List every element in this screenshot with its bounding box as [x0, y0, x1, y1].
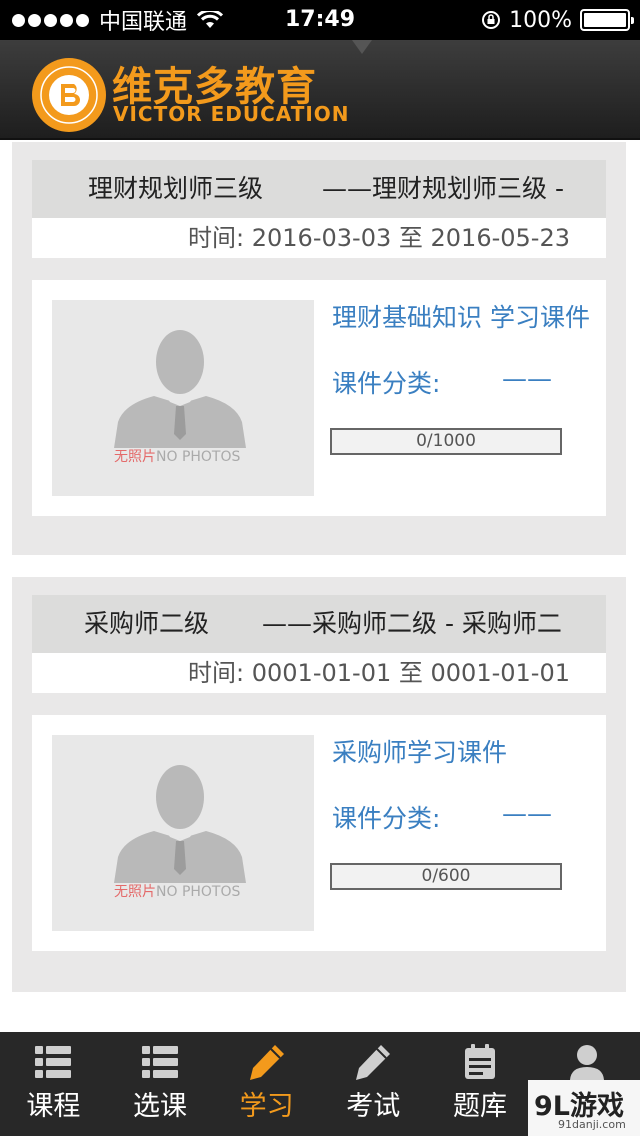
- course-subtitle: ——采购师二级 - 采购师二: [262, 609, 562, 638]
- site-watermark: 9L游戏 91danji.com: [528, 1080, 640, 1136]
- date-separator: 至: [398, 659, 423, 687]
- course-subtitle: ——理财规划师三级 -: [322, 174, 564, 203]
- start-date: 2016-03-03: [251, 224, 392, 252]
- tab-label: 选课: [132, 1091, 187, 1122]
- courseware-item[interactable]: 无照片NO PHOTOS 采购师学习课件 课件分类: —— 0/600: [32, 715, 606, 951]
- course-card: 理财规划师三级 ——理财规划师三级 - 时间: 2016-03-03 至 201…: [12, 142, 626, 555]
- tab-question-bank[interactable]: 题库: [427, 1032, 534, 1136]
- category-label: 课件分类:: [332, 369, 441, 398]
- battery-icon: [580, 9, 634, 31]
- dropdown-indicator-icon: [352, 40, 372, 54]
- watermark-url: 91danji.com: [558, 1118, 626, 1131]
- course-title-bar[interactable]: 采购师二级 ——采购师二级 - 采购师二: [32, 595, 606, 653]
- date-separator: 至: [398, 224, 423, 252]
- end-date: 0001-01-01: [430, 659, 570, 687]
- course-list[interactable]: 理财规划师三级 ——理财规划师三级 - 时间: 2016-03-03 至 201…: [0, 142, 640, 1032]
- courseware-name[interactable]: 采购师学习课件: [332, 733, 507, 769]
- person-silhouette-icon: [114, 765, 246, 883]
- user-icon: [569, 1045, 604, 1080]
- brand-logo-icon: [32, 58, 106, 132]
- tab-label: 考试: [346, 1091, 401, 1122]
- tab-label: 学习: [239, 1091, 294, 1122]
- placeholder-photo: 无照片NO PHOTOS: [52, 300, 314, 496]
- course-title: 理财规划师三级: [88, 174, 264, 203]
- progress-bar: 0/1000: [330, 428, 562, 455]
- progress-bar: 0/600: [330, 863, 562, 890]
- category-value: ——: [502, 364, 552, 393]
- list-icon: [35, 1046, 72, 1078]
- tab-label: 题库: [452, 1091, 507, 1122]
- brand-name-en: VICTOR EDUCATION: [113, 102, 350, 126]
- category-label: 课件分类:: [332, 804, 441, 833]
- tab-label: 课程: [26, 1091, 81, 1122]
- pencil-icon: [249, 1045, 284, 1080]
- tab-exam[interactable]: 考试: [320, 1032, 427, 1136]
- category-value: ——: [502, 799, 552, 828]
- pencil-icon: [356, 1045, 391, 1080]
- list-icon: [141, 1046, 178, 1078]
- course-title: 采购师二级: [84, 609, 210, 638]
- time-label: 时间:: [188, 659, 245, 687]
- courseware-item[interactable]: 无照片NO PHOTOS 理财基础知识 学习课件 课件分类: —— 0/1000: [32, 280, 606, 516]
- course-title-bar[interactable]: 理财规划师三级 ——理财规划师三级 -: [32, 160, 606, 218]
- start-date: 0001-01-01: [251, 659, 392, 687]
- courseware-name[interactable]: 理财基础知识 学习课件: [332, 298, 590, 334]
- app-header: 维克多教育 VICTOR EDUCATION: [0, 40, 640, 140]
- tab-study[interactable]: 学习: [213, 1032, 320, 1136]
- course-period: 时间: 2016-03-03 至 2016-05-23: [32, 218, 606, 258]
- status-bar: 中国联通 17:49 100%: [0, 0, 640, 40]
- orientation-lock-icon: [482, 11, 501, 29]
- course-card: 采购师二级 ——采购师二级 - 采购师二 时间: 0001-01-01 至 00…: [12, 577, 626, 992]
- battery-percent: 100%: [509, 7, 572, 33]
- end-date: 2016-05-23: [430, 224, 570, 252]
- person-silhouette-icon: [114, 330, 246, 448]
- tab-select-course[interactable]: 选课: [107, 1032, 214, 1136]
- tab-courses[interactable]: 课程: [0, 1032, 107, 1136]
- no-photo-label: 无照片NO PHOTOS: [114, 884, 241, 900]
- course-period: 时间: 0001-01-01 至 0001-01-01: [32, 653, 606, 693]
- no-photo-label: 无照片NO PHOTOS: [114, 449, 241, 465]
- time-label: 时间:: [188, 224, 245, 252]
- placeholder-photo: 无照片NO PHOTOS: [52, 735, 314, 931]
- calendar-icon: [464, 1044, 495, 1079]
